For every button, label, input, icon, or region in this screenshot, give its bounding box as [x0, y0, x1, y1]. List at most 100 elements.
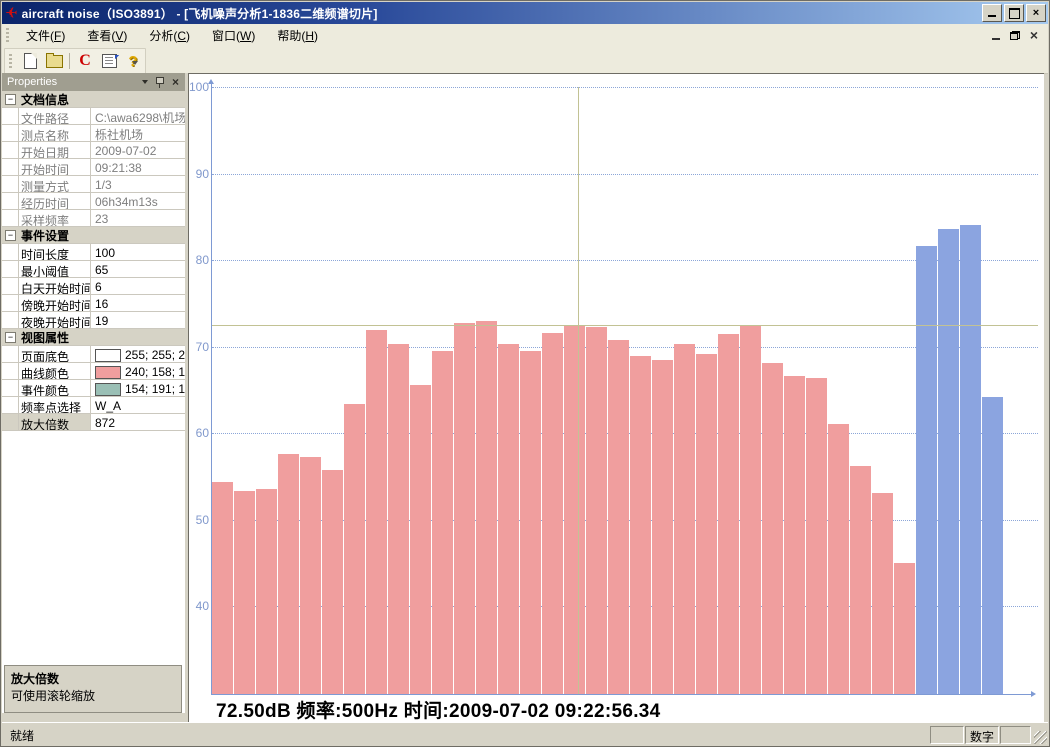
properties-button[interactable]: [98, 51, 120, 72]
property-value[interactable]: 1/3: [91, 176, 185, 192]
spectrum-bar[interactable]: [850, 466, 871, 694]
property-row[interactable]: 放大倍数872: [2, 414, 185, 431]
property-value[interactable]: 09:21:38: [91, 159, 185, 175]
property-value[interactable]: 2009-07-02: [91, 142, 185, 158]
spectrum-bar[interactable]: [894, 563, 915, 694]
property-row[interactable]: 时间长度100: [2, 244, 185, 261]
spectrum-bar[interactable]: [520, 351, 541, 694]
property-value[interactable]: W_A: [91, 397, 185, 413]
spectrum-bar[interactable]: [608, 340, 629, 694]
pin-icon[interactable]: [156, 77, 164, 88]
menu-window[interactable]: 窗口(W): [201, 24, 266, 47]
property-row[interactable]: 测量方式1/3: [2, 176, 185, 193]
property-value[interactable]: 255; 255; 25: [91, 346, 185, 362]
spectrum-bar[interactable]: [366, 330, 387, 694]
spectrum-bar[interactable]: [696, 354, 717, 694]
spectrum-bar[interactable]: [476, 321, 497, 694]
properties-panel-header[interactable]: Properties ×: [2, 73, 185, 91]
spectrum-bar[interactable]: [300, 457, 321, 694]
property-row[interactable]: 开始日期2009-07-02: [2, 142, 185, 159]
property-row[interactable]: 经历时间06h34m13s: [2, 193, 185, 210]
property-section-header[interactable]: −文档信息: [2, 91, 185, 108]
c-analysis-button[interactable]: C: [74, 51, 96, 72]
spectrum-bar[interactable]: [564, 325, 585, 694]
event-bar[interactable]: [960, 225, 981, 694]
mdi-restore-button[interactable]: [1010, 31, 1020, 40]
open-file-button[interactable]: [43, 51, 65, 72]
spectrum-bar[interactable]: [498, 344, 519, 694]
spectrum-bar[interactable]: [256, 489, 277, 694]
property-value[interactable]: C:\awa6298\机场: [91, 108, 185, 124]
spectrum-bar[interactable]: [674, 344, 695, 694]
spectrum-bar[interactable]: [652, 360, 673, 694]
property-row[interactable]: 测点名称栎社机场: [2, 125, 185, 142]
color-swatch[interactable]: [95, 366, 121, 379]
spectrum-bar[interactable]: [454, 323, 475, 694]
property-row[interactable]: 事件颜色154; 191; 18: [2, 380, 185, 397]
spectrum-bar[interactable]: [542, 333, 563, 694]
property-row[interactable]: 开始时间09:21:38: [2, 159, 185, 176]
mdi-close-button[interactable]: ×: [1030, 28, 1038, 42]
property-value[interactable]: 154; 191; 18: [91, 380, 185, 396]
menu-view[interactable]: 查看(V): [76, 24, 138, 47]
menu-file[interactable]: 文件(F): [15, 24, 76, 47]
panel-menu-chevron-icon[interactable]: [142, 80, 148, 87]
spectrum-bar[interactable]: [872, 493, 893, 694]
new-document-button[interactable]: [19, 51, 41, 72]
panel-close-icon[interactable]: ×: [172, 76, 179, 88]
spectrum-bar[interactable]: [278, 454, 299, 694]
event-bar[interactable]: [916, 246, 937, 694]
close-button[interactable]: ×: [1026, 4, 1046, 22]
spectrum-bar[interactable]: [784, 376, 805, 694]
spectrum-bar[interactable]: [586, 327, 607, 694]
spectrum-bar[interactable]: [740, 326, 761, 694]
maximize-button[interactable]: [1004, 4, 1024, 22]
collapse-icon[interactable]: −: [5, 94, 16, 105]
property-row[interactable]: 页面底色255; 255; 25: [2, 346, 185, 363]
spectrum-bar[interactable]: [828, 424, 849, 694]
property-value[interactable]: 06h34m13s: [91, 193, 185, 209]
spectrum-bar[interactable]: [234, 491, 255, 694]
event-bar[interactable]: [938, 229, 959, 694]
property-value[interactable]: 240; 158; 15: [91, 363, 185, 379]
property-value[interactable]: 19: [91, 312, 185, 328]
collapse-icon[interactable]: −: [5, 230, 16, 241]
property-row[interactable]: 曲线颜色240; 158; 15: [2, 363, 185, 380]
toolbar-overflow-button[interactable]: [130, 58, 139, 67]
color-swatch[interactable]: [95, 349, 121, 362]
property-value[interactable]: 16: [91, 295, 185, 311]
menubar-grip[interactable]: [6, 28, 9, 42]
event-bar[interactable]: [982, 397, 1003, 694]
spectrum-bar[interactable]: [212, 482, 233, 694]
property-value[interactable]: 栎社机场: [91, 125, 185, 141]
spectrum-bar[interactable]: [322, 470, 343, 694]
property-value[interactable]: 65: [91, 261, 185, 277]
property-row[interactable]: 夜晚开始时间19: [2, 312, 185, 329]
property-value[interactable]: 100: [91, 244, 185, 260]
spectrum-bar[interactable]: [388, 344, 409, 694]
spectrum-bar[interactable]: [762, 363, 783, 694]
property-section-header[interactable]: −视图属性: [2, 329, 185, 346]
menu-help[interactable]: 帮助(H): [266, 24, 329, 47]
property-row[interactable]: 频率点选择W_A: [2, 397, 185, 414]
collapse-icon[interactable]: −: [5, 332, 16, 343]
toolbar-grip[interactable]: [9, 54, 12, 68]
spectrum-bar[interactable]: [806, 378, 827, 694]
spectrum-bar[interactable]: [432, 351, 453, 694]
minimize-button[interactable]: [982, 4, 1002, 22]
property-row[interactable]: 采样频率23: [2, 210, 185, 227]
spectrum-bar[interactable]: [630, 356, 651, 694]
property-row[interactable]: 白天开始时间6: [2, 278, 185, 295]
spectrum-bar[interactable]: [718, 334, 739, 694]
spectrum-bar[interactable]: [344, 404, 365, 694]
property-value[interactable]: 23: [91, 210, 185, 226]
property-row[interactable]: 文件路径C:\awa6298\机场: [2, 108, 185, 125]
property-value[interactable]: 872: [91, 414, 185, 430]
property-row[interactable]: 最小阈值65: [2, 261, 185, 278]
spectrum-chart[interactable]: 40506070809010072.50dB 频率:500Hz 时间:2009-…: [188, 73, 1044, 723]
property-value[interactable]: 6: [91, 278, 185, 294]
property-row[interactable]: 傍晚开始时间16: [2, 295, 185, 312]
resize-grip[interactable]: [1034, 731, 1047, 744]
color-swatch[interactable]: [95, 383, 121, 396]
spectrum-bar[interactable]: [410, 385, 431, 694]
